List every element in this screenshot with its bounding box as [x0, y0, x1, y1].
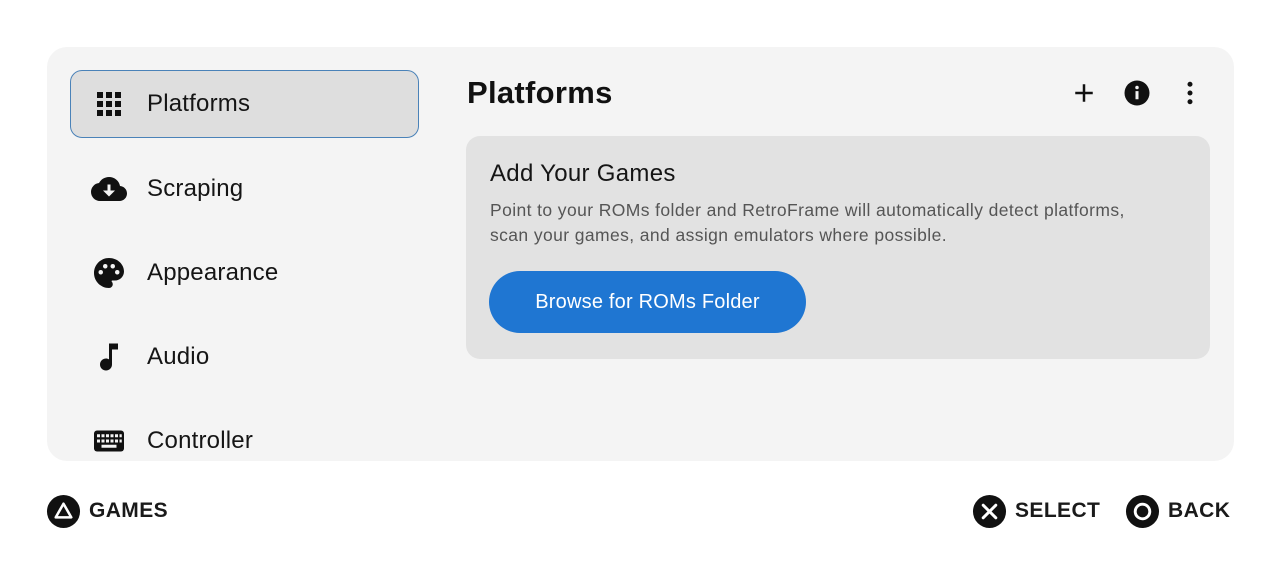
- sidebar-item-appearance[interactable]: Appearance: [70, 239, 419, 307]
- more-vert-icon: [1187, 81, 1193, 105]
- sidebar-item-audio[interactable]: Audio: [70, 323, 419, 391]
- cross-button-icon: [972, 494, 1007, 528]
- games-hint[interactable]: GAMES: [46, 493, 168, 529]
- settings-panel: Platforms Scraping Appearance Audio Cont…: [47, 47, 1234, 461]
- card-title: Add Your Games: [490, 160, 676, 187]
- circle-button-icon: [1125, 494, 1160, 528]
- sidebar-item-platforms[interactable]: Platforms: [70, 70, 419, 138]
- hint-label: GAMES: [89, 499, 169, 522]
- add-button[interactable]: [1066, 75, 1102, 111]
- info-button[interactable]: [1119, 75, 1155, 111]
- add-games-card: Add Your Games Point to your ROMs folder…: [466, 136, 1210, 359]
- palette-icon: [89, 253, 129, 293]
- card-description: Point to your ROMs folder and RetroFrame…: [490, 200, 1125, 245]
- back-hint[interactable]: BACK: [1125, 493, 1230, 529]
- page-title: Platforms: [467, 75, 613, 110]
- sidebar-item-label: Audio: [147, 343, 210, 370]
- sidebar-item-label: Platforms: [147, 90, 251, 117]
- sidebar-item-label: Controller: [147, 427, 254, 454]
- triangle-button-icon: [46, 494, 81, 528]
- hint-label: BACK: [1168, 499, 1231, 522]
- music-note-icon: [89, 337, 129, 377]
- info-icon: [1124, 80, 1150, 106]
- main-content: Platforms Add Your Games Point to your R…: [466, 47, 1234, 461]
- add-icon: [1075, 84, 1093, 102]
- sidebar-item-label: Appearance: [147, 259, 279, 286]
- keyboard-icon: [89, 421, 129, 461]
- sidebar-item-scraping[interactable]: Scraping: [70, 155, 419, 223]
- cloud-download-icon: [89, 169, 129, 209]
- grid-icon: [89, 84, 129, 124]
- sidebar: Platforms Scraping Appearance Audio Cont…: [47, 47, 447, 461]
- hint-label: SELECT: [1015, 499, 1101, 522]
- select-hint[interactable]: SELECT: [972, 493, 1100, 529]
- sidebar-item-label: Scraping: [147, 175, 244, 202]
- sidebar-item-controller[interactable]: Controller: [70, 407, 419, 461]
- more-options-button[interactable]: [1172, 75, 1208, 111]
- browse-roms-button[interactable]: Browse for ROMs Folder: [489, 271, 806, 333]
